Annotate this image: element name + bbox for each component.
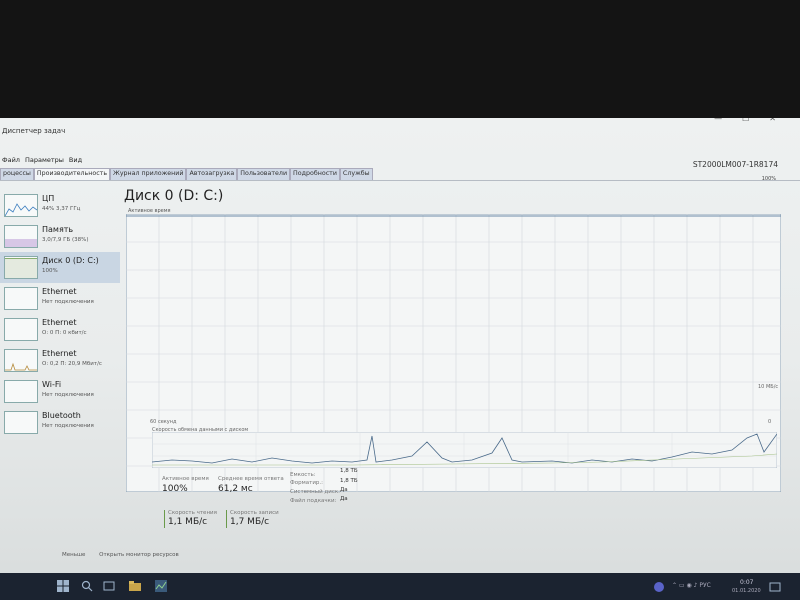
window-title: Диспетчер задач [2, 127, 66, 135]
active-time-stat-label: Активное время [162, 476, 209, 482]
write-divider [226, 510, 227, 528]
task-manager-app-icon[interactable] [154, 579, 168, 593]
sidebar-item-ethernet-1[interactable]: Ethernet Нет подключения [0, 283, 120, 314]
tab-startup[interactable]: Автозагрузка [186, 168, 238, 180]
sidebar-item-label: Wi-Fi [42, 380, 62, 389]
sidebar-item-sub: Нет подключения [42, 423, 94, 429]
menu-bar: Файл Параметры Вид [0, 156, 82, 164]
axis-max-label: 100% [761, 176, 776, 182]
tab-services[interactable]: Службы [339, 168, 373, 180]
formatted-value: 1,8 ТБ [340, 478, 358, 484]
tray-icons[interactable]: ⌃ ▭ ◉ ♪ РУС [672, 582, 711, 589]
ethernet-thumbnail-icon [4, 349, 38, 372]
read-divider [164, 510, 165, 528]
action-center-icon[interactable] [768, 580, 782, 594]
system-disk-label: Системный диск: [290, 489, 341, 495]
task-manager-window: Диспетчер задач — ☐ ✕ Файл Параметры Вид… [0, 118, 800, 600]
system-disk-value: Да [340, 487, 348, 493]
response-stat-value: 61,2 мс [218, 484, 253, 494]
pagefile-label: Файл подкачки: [290, 498, 337, 504]
transfer-max-label: 10 МБ/с [758, 384, 779, 390]
menu-options[interactable]: Параметры [25, 156, 64, 164]
taskbar-time: 0:07 [740, 579, 754, 586]
sidebar-item-label: Диск 0 (D: C:) [42, 256, 99, 265]
sidebar-item-sub: О: 0 П: 0 кбит/с [42, 330, 87, 336]
sidebar-item-label: Ethernet [42, 318, 77, 327]
ethernet-thumbnail-icon [4, 287, 38, 310]
formatted-label: Форматир.: [290, 480, 323, 486]
menu-file[interactable]: Файл [2, 156, 20, 164]
sidebar-item-label: Bluetooth [42, 411, 81, 420]
sidebar-item-memory[interactable]: Память 3,0/7,9 ГБ (38%) [0, 221, 120, 252]
tab-users[interactable]: Пользователи [237, 168, 291, 180]
maximize-icon[interactable]: ☐ [742, 118, 749, 123]
minimize-icon[interactable]: — [714, 118, 722, 123]
tab-details[interactable]: Подробности [290, 168, 340, 180]
close-icon[interactable]: ✕ [769, 118, 776, 123]
response-stat-label: Среднее время ответа [218, 476, 284, 482]
sidebar-item-bluetooth[interactable]: Bluetooth Нет подключения [0, 407, 120, 438]
transfer-rate-graph [152, 432, 777, 468]
disk-thumbnail-icon [4, 256, 38, 279]
resource-sidebar: ЦП 44% 3,37 ГГц Память 3,0/7,9 ГБ (38%) … [0, 190, 120, 438]
capacity-value: 1,8 ТБ [340, 468, 358, 474]
resource-monitor-link[interactable]: Открыть монитор ресурсов [99, 552, 179, 558]
pagefile-value: Да [340, 496, 348, 502]
tab-processes[interactable]: роцессы [0, 168, 34, 180]
zero-label: 0 [768, 419, 772, 425]
window-controls: — ☐ ✕ [714, 118, 776, 123]
tab-divider [0, 180, 800, 181]
active-time-stat-value: 100% [162, 484, 188, 494]
sidebar-item-sub: 3,0/7,9 ГБ (38%) [42, 237, 89, 243]
capacity-label: Емкость: [290, 472, 316, 478]
tab-performance[interactable]: Производительность [33, 168, 111, 180]
tab-strip: роцессы Производительность Журнал прилож… [0, 168, 373, 180]
bluetooth-thumbnail-icon [4, 411, 38, 434]
windows-start-icon[interactable] [56, 579, 70, 593]
read-speed-value: 1,1 МБ/с [168, 517, 208, 527]
sidebar-item-label: ЦП [42, 194, 55, 203]
taskbar-date: 01.01.2020 [732, 588, 761, 594]
seconds-label: 60 секунд [150, 419, 177, 425]
sidebar-item-ethernet-2[interactable]: Ethernet О: 0 П: 0 кбит/с [0, 314, 120, 345]
ethernet-thumbnail-icon [4, 318, 38, 341]
sidebar-item-wifi[interactable]: Wi-Fi Нет подключения [0, 376, 120, 407]
write-speed-value: 1,7 МБ/с [230, 517, 270, 527]
cpu-thumbnail-icon [4, 194, 38, 217]
sidebar-item-cpu[interactable]: ЦП 44% 3,37 ГГц [0, 190, 120, 221]
task-view-icon[interactable] [102, 579, 116, 593]
sidebar-item-label: Ethernet [42, 287, 77, 296]
tab-app-history[interactable]: Журнал приложений [110, 168, 187, 180]
sidebar-item-sub: Нет подключения [42, 392, 94, 398]
sidebar-item-sub: 44% 3,37 ГГц [42, 206, 81, 212]
write-speed-label: Скорость записи [230, 510, 279, 516]
sidebar-item-label: Память [42, 225, 74, 234]
read-speed-label: Скорость чтения [168, 510, 217, 516]
menu-view[interactable]: Вид [69, 156, 82, 164]
disk-model: ST2000LM007-1R8174 [692, 160, 778, 169]
wifi-thumbnail-icon [4, 380, 38, 403]
notification-badge-icon[interactable] [652, 580, 666, 594]
search-icon[interactable] [80, 579, 94, 593]
sidebar-item-sub: О: 0,2 П: 20,9 Мбит/с [42, 361, 102, 367]
sidebar-item-label: Ethernet [42, 349, 77, 358]
fewer-details-link[interactable]: Меньше [62, 552, 85, 558]
sidebar-item-sub: 100% [42, 268, 58, 274]
sidebar-item-ethernet-3[interactable]: Ethernet О: 0,2 П: 20,9 Мбит/с [0, 345, 120, 376]
explorer-icon[interactable] [128, 579, 142, 593]
memory-thumbnail-icon [4, 225, 38, 248]
footer: Меньше Открыть монитор ресурсов [62, 552, 179, 558]
taskbar: ⌃ ▭ ◉ ♪ РУС 0:07 01.01.2020 [0, 573, 800, 600]
sidebar-item-disk[interactable]: Диск 0 (D: C:) 100% [0, 252, 120, 283]
page-title: Диск 0 (D: C:) [124, 188, 224, 204]
sidebar-item-sub: Нет подключения [42, 299, 94, 305]
title-bar: Диспетчер задач [0, 118, 800, 144]
